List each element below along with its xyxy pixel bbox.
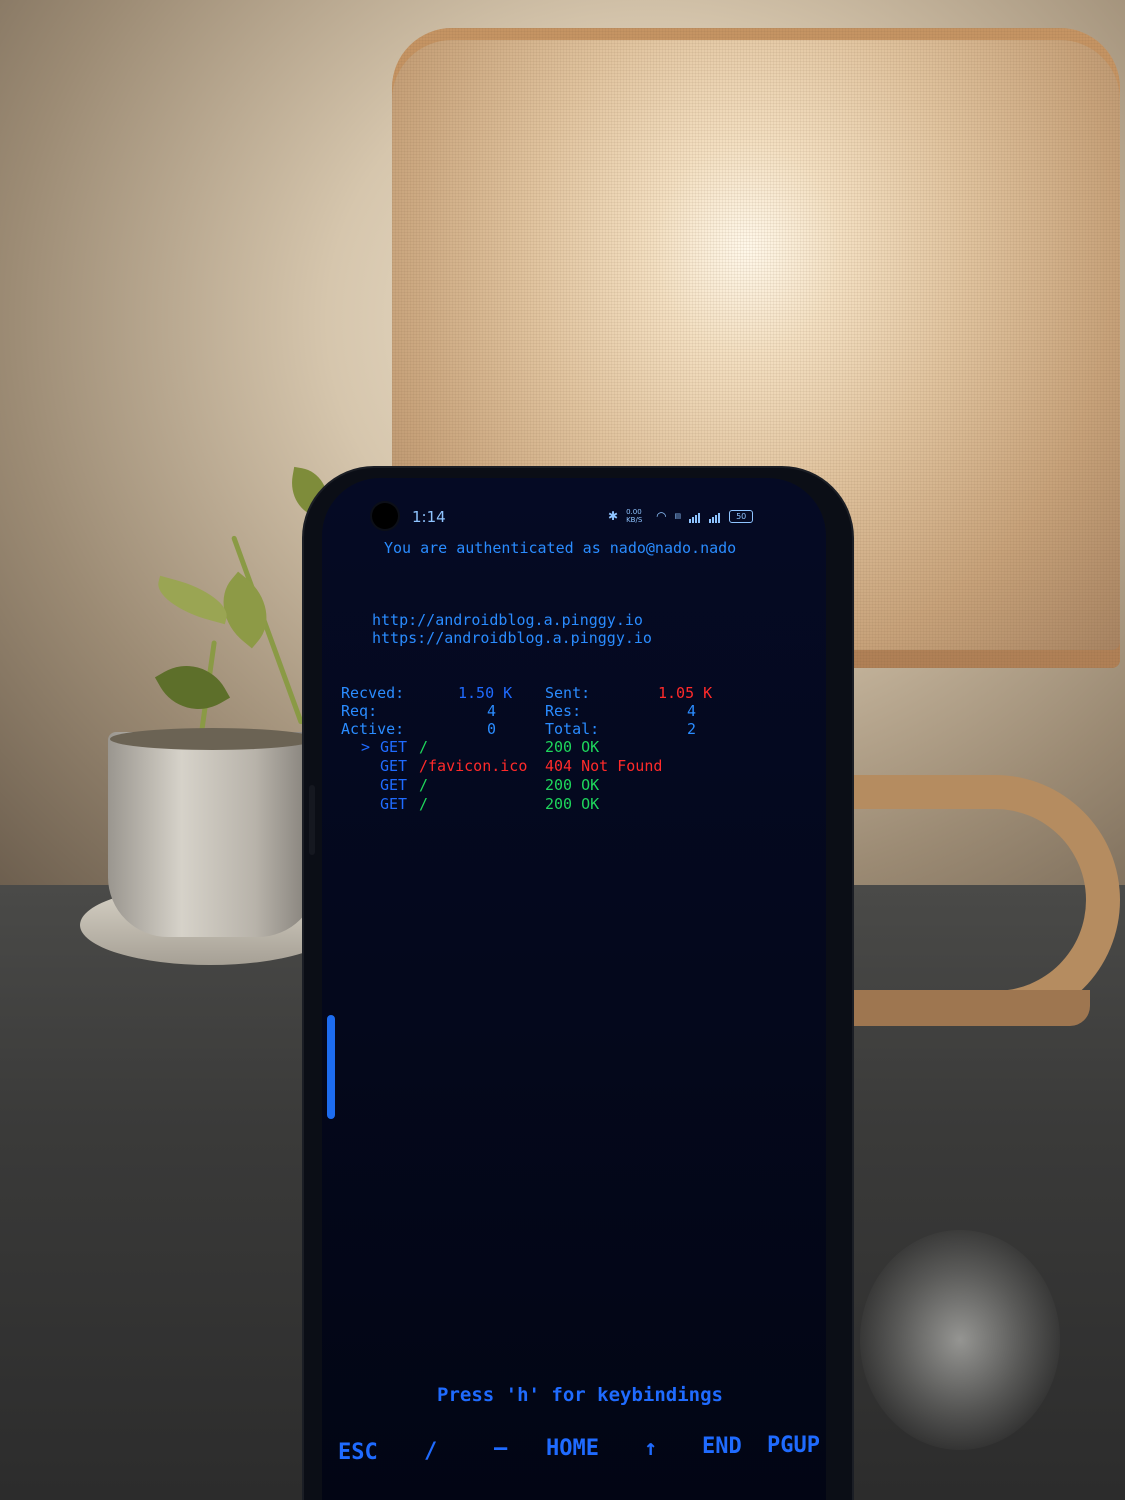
request-status: 200 OK — [545, 738, 600, 756]
recved-label: Recved: — [341, 684, 405, 702]
plant-pot-rim — [110, 728, 315, 750]
esc-key[interactable]: ESC — [338, 1440, 378, 1465]
table-reflection — [860, 1230, 1060, 1450]
http-url[interactable]: http://androidblog.a.pinggy.io — [372, 611, 643, 629]
request-path[interactable]: /favicon.ico — [419, 757, 527, 775]
status-time: 1:14 — [412, 508, 446, 526]
req-label: Req: — [341, 702, 378, 720]
phone-side-button — [309, 785, 315, 855]
end-key[interactable]: END — [702, 1434, 742, 1459]
pgup-key[interactable]: PGUP — [767, 1433, 820, 1458]
request-status: 200 OK — [545, 776, 600, 794]
slash-key[interactable]: / — [424, 1439, 437, 1464]
home-key[interactable]: HOME — [546, 1436, 599, 1461]
total-label: Total: — [545, 720, 600, 738]
request-method[interactable]: GET — [380, 757, 407, 775]
recved-value: 1.50 K — [458, 684, 513, 702]
request-method[interactable]: GET — [380, 795, 407, 813]
bluetooth-icon: ✱ — [608, 509, 619, 523]
total-value: 2 — [687, 720, 697, 738]
res-value: 4 — [687, 702, 697, 720]
up-arrow-key[interactable]: ↑ — [644, 1436, 657, 1461]
https-url[interactable]: https://androidblog.a.pinggy.io — [372, 629, 652, 647]
front-camera — [372, 503, 398, 529]
auth-message: You are authenticated as nado@nado.nado — [384, 539, 737, 557]
network-speed: 0.00 KB/S — [626, 508, 643, 524]
request-path[interactable]: / — [419, 738, 428, 756]
scroll-indicator[interactable] — [327, 1015, 335, 1119]
request-method[interactable]: GET — [380, 776, 407, 794]
selection-marker: > — [361, 738, 371, 756]
request-method[interactable]: GET — [380, 738, 407, 756]
request-status: 200 OK — [545, 795, 600, 813]
signal-icon — [689, 509, 701, 523]
lamp-base-foot — [830, 990, 1090, 1026]
request-path[interactable]: / — [419, 795, 428, 813]
request-path[interactable]: / — [419, 776, 428, 794]
sent-value: 1.05 K — [658, 684, 713, 702]
keybindings-hint: Press 'h' for keybindings — [437, 1384, 723, 1406]
signal-icon — [709, 509, 721, 523]
active-value: 0 — [487, 720, 497, 738]
dash-key[interactable]: — — [494, 1436, 507, 1461]
volte-icon: ▤ — [674, 512, 682, 520]
status-icons: ✱ 0.00 KB/S ◠ ▤ 50 — [608, 508, 754, 524]
sent-label: Sent: — [545, 684, 591, 702]
lamp-base — [830, 775, 1120, 1025]
req-value: 4 — [487, 702, 497, 720]
res-label: Res: — [545, 702, 582, 720]
active-label: Active: — [341, 720, 405, 738]
request-status: 404 Not Found — [545, 757, 663, 775]
photo-scene: 1:14 ✱ 0.00 KB/S ◠ ▤ 50 You are authenti… — [0, 0, 1125, 1500]
battery-icon: 50 — [729, 509, 754, 523]
wifi-icon: ◠ — [656, 509, 667, 523]
plant-pot — [108, 732, 318, 937]
